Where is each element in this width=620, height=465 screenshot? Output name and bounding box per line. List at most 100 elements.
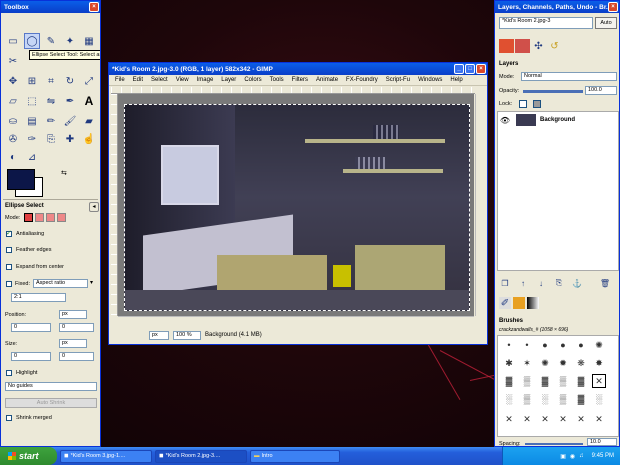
taskbar-item[interactable]: ◼ *Kid's Room 3.jpg-1.... bbox=[60, 449, 152, 463]
vertical-scrollbar[interactable] bbox=[475, 94, 485, 316]
fixed-select[interactable]: Aspect ratio bbox=[33, 279, 88, 288]
measure-icon[interactable]: ⊿ bbox=[24, 149, 40, 165]
channels-tab-icon[interactable] bbox=[515, 39, 530, 53]
brush-texture-icon[interactable]: ▓ bbox=[502, 374, 516, 388]
position-y-field[interactable]: 0 bbox=[59, 323, 94, 332]
brush-texture-icon[interactable]: ▒ bbox=[520, 374, 534, 388]
menu-image[interactable]: Image bbox=[193, 77, 218, 83]
duplicate-layer-icon[interactable]: ⎘ bbox=[553, 277, 565, 289]
text-tool-icon[interactable]: A bbox=[81, 93, 97, 109]
spacing-field[interactable]: 10.0 bbox=[587, 438, 617, 446]
brush-dot-icon[interactable]: ● bbox=[556, 338, 570, 352]
menu-colors[interactable]: Colors bbox=[240, 77, 265, 83]
auto-shrink-button[interactable]: Auto Shrink bbox=[5, 398, 97, 408]
tray-icon[interactable]: ◉ bbox=[570, 453, 575, 460]
smudge-icon[interactable]: ☝ bbox=[81, 131, 97, 147]
layer-mode-select[interactable]: Normal bbox=[521, 72, 617, 81]
maximize-button[interactable]: □ bbox=[465, 64, 475, 74]
expand-from-center-checkbox[interactable] bbox=[6, 264, 12, 270]
brush-texture-icon[interactable]: ▒ bbox=[520, 392, 534, 406]
lock-pixels-checkbox[interactable] bbox=[519, 100, 527, 108]
perspective-icon[interactable]: ⬚ bbox=[24, 93, 40, 109]
menu-help[interactable]: Help bbox=[446, 77, 466, 83]
opacity-slider[interactable] bbox=[523, 90, 583, 93]
brush-texture-icon[interactable]: ▓ bbox=[538, 374, 552, 388]
brush-cross-icon[interactable]: ✕ bbox=[592, 412, 606, 426]
paths-tab-icon[interactable]: ✣ bbox=[531, 39, 546, 53]
menu-edit[interactable]: Edit bbox=[129, 77, 147, 83]
fixed-checkbox[interactable] bbox=[6, 281, 12, 287]
brush-texture-icon[interactable]: ▒ bbox=[556, 392, 570, 406]
menu-script-fu[interactable]: Script-Fu bbox=[382, 77, 414, 83]
size-unit-select[interactable]: px bbox=[59, 339, 87, 348]
brushes-grid[interactable]: • • ● ● ● ✺ ✱ ✶ ✺ ✹ ❋ ✸ ▓ ▒ ▓ ▒ ▓ ✕ ░ ▒ … bbox=[497, 335, 619, 437]
brush-star-icon[interactable]: ✱ bbox=[502, 356, 516, 370]
tray-icon[interactable]: ♫ bbox=[579, 453, 584, 459]
brush-selected-icon[interactable]: ✕ bbox=[592, 374, 606, 388]
menu-animate[interactable]: Animate bbox=[312, 77, 342, 83]
path-icon[interactable]: ✒ bbox=[62, 93, 78, 109]
close-button[interactable]: × bbox=[608, 2, 618, 12]
options-menu-icon[interactable]: ◂ bbox=[89, 202, 99, 212]
mode-replace-icon[interactable] bbox=[24, 213, 33, 222]
chevron-down-icon[interactable]: ▾ bbox=[90, 279, 93, 286]
shear-icon[interactable]: ▱ bbox=[5, 93, 21, 109]
menu-view[interactable]: View bbox=[172, 77, 193, 83]
brush-star-icon[interactable]: ✹ bbox=[556, 356, 570, 370]
menu-file[interactable]: File bbox=[111, 77, 129, 83]
menu-fx-foundry[interactable]: FX-Foundry bbox=[342, 77, 382, 83]
patterns-tab-icon[interactable] bbox=[513, 297, 525, 309]
brush-texture-icon[interactable]: ▓ bbox=[574, 392, 588, 406]
scissors-icon[interactable]: ✂ bbox=[5, 53, 21, 69]
opacity-field[interactable]: 100.0 bbox=[585, 86, 617, 95]
raise-layer-icon[interactable]: ↑ bbox=[517, 277, 529, 289]
brush-texture-icon[interactable]: ▓ bbox=[574, 374, 588, 388]
clone-icon[interactable]: ⎘ bbox=[43, 131, 59, 147]
minimize-button[interactable]: _ bbox=[454, 64, 464, 74]
brush-cross-icon[interactable]: ✕ bbox=[502, 412, 516, 426]
taskbar-item[interactable]: ▬ Intro bbox=[250, 449, 340, 463]
mode-subtract-icon[interactable] bbox=[46, 213, 55, 222]
move-icon[interactable]: ✥ bbox=[5, 73, 21, 89]
brush-star-icon[interactable]: ✺ bbox=[538, 356, 552, 370]
position-unit-select[interactable]: px bbox=[59, 310, 87, 319]
eye-icon[interactable]: 👁 bbox=[498, 116, 512, 125]
menu-tools[interactable]: Tools bbox=[266, 77, 288, 83]
ellipse-select-icon[interactable]: ◯ bbox=[24, 33, 40, 49]
align-icon[interactable]: ⊞ bbox=[24, 73, 40, 89]
bucket-fill-icon[interactable]: ⛀ bbox=[5, 113, 21, 129]
brush-texture-icon[interactable]: ░ bbox=[538, 392, 552, 406]
lasso-icon[interactable]: ✎ bbox=[43, 33, 59, 49]
brush-dot-icon[interactable]: ● bbox=[574, 338, 588, 352]
fuzzy-select-icon[interactable]: ✦ bbox=[62, 33, 78, 49]
close-button[interactable]: × bbox=[476, 64, 486, 74]
position-x-field[interactable]: 0 bbox=[11, 323, 51, 332]
undo-tab-icon[interactable]: ↺ bbox=[547, 39, 562, 53]
size-h-field[interactable]: 0 bbox=[59, 352, 94, 361]
select-by-color-icon[interactable]: ▦ bbox=[81, 33, 97, 49]
close-button[interactable]: × bbox=[89, 2, 99, 12]
auto-button[interactable]: Auto bbox=[595, 17, 617, 29]
brush-texture-icon[interactable]: ░ bbox=[592, 392, 606, 406]
brush-cross-icon[interactable]: ✕ bbox=[556, 412, 570, 426]
start-button[interactable]: start bbox=[0, 447, 57, 465]
brush-dot-icon[interactable]: ✺ bbox=[592, 338, 606, 352]
canvas-area[interactable] bbox=[118, 94, 474, 316]
pencil-icon[interactable]: ✏ bbox=[43, 113, 59, 129]
airbrush-icon[interactable]: ✇ bbox=[5, 131, 21, 147]
gradients-tab-icon[interactable] bbox=[527, 297, 539, 309]
swap-colors-icon[interactable]: ⇆ bbox=[61, 169, 67, 177]
heal-icon[interactable]: ✚ bbox=[62, 131, 78, 147]
brush-texture-icon[interactable]: ░ bbox=[502, 392, 516, 406]
brush-star-icon[interactable]: ✶ bbox=[520, 356, 534, 370]
highlight-checkbox[interactable] bbox=[6, 370, 12, 376]
brush-dot-icon[interactable]: ● bbox=[538, 338, 552, 352]
brush-cross-icon[interactable]: ✕ bbox=[538, 412, 552, 426]
new-layer-icon[interactable]: ❐ bbox=[499, 277, 511, 289]
brush-star-icon[interactable]: ❋ bbox=[574, 356, 588, 370]
image-canvas[interactable] bbox=[124, 104, 470, 311]
menu-windows[interactable]: Windows bbox=[414, 77, 446, 83]
brush-cross-icon[interactable]: ✕ bbox=[574, 412, 588, 426]
brush-dot-icon[interactable]: • bbox=[502, 338, 516, 352]
brush-star-icon[interactable]: ✸ bbox=[592, 356, 606, 370]
